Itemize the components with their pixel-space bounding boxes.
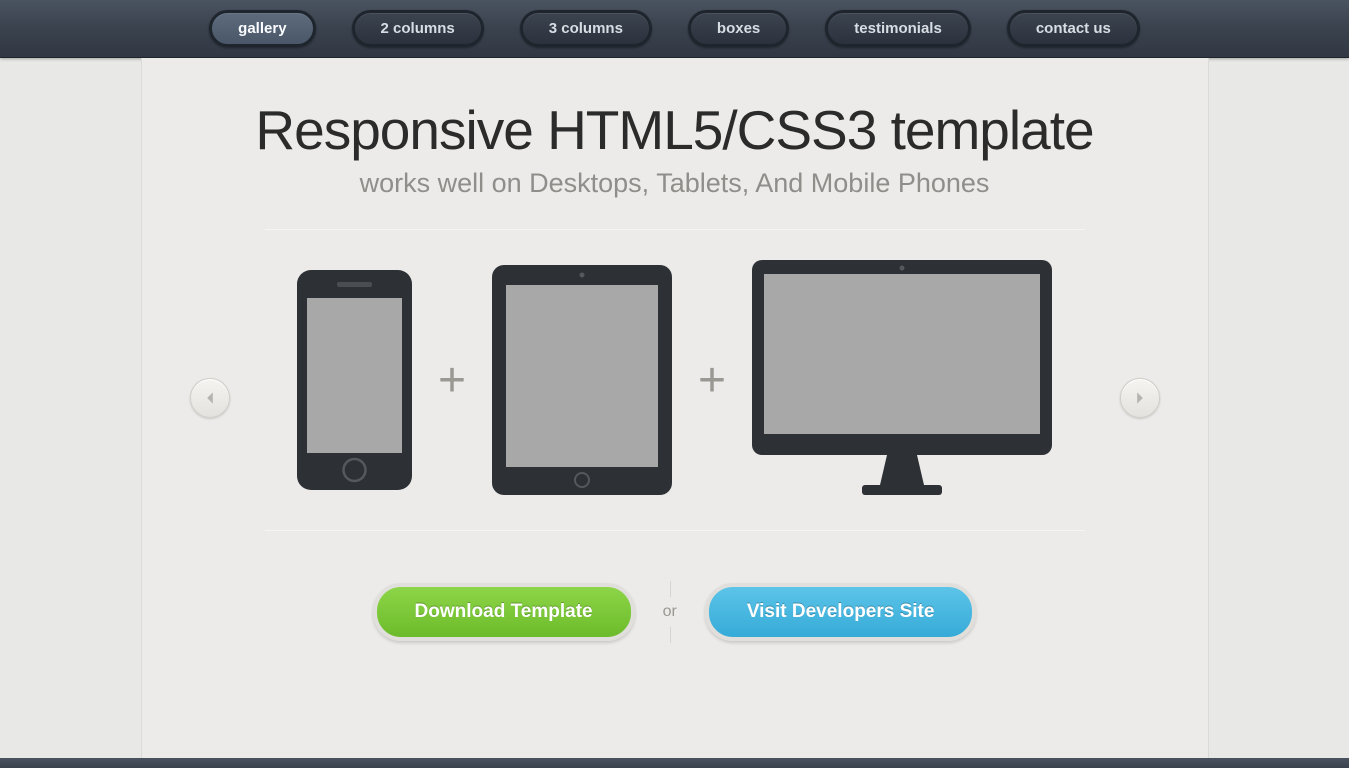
carousel-next-button[interactable] [1120, 378, 1160, 418]
device-gallery: + + [142, 260, 1208, 500]
footer-bar [0, 758, 1349, 768]
plus-separator-1: + [438, 353, 466, 408]
nav-gallery[interactable]: gallery [209, 10, 315, 47]
device-row: + + [297, 260, 1052, 500]
divider-bottom [265, 530, 1085, 531]
main-content: Responsive HTML5/CSS3 template works wel… [141, 58, 1209, 758]
visit-developers-site-button[interactable]: Visit Developers Site [705, 583, 977, 641]
carousel-prev-button[interactable] [190, 378, 230, 418]
phone-icon [297, 270, 412, 490]
nav-3-columns[interactable]: 3 columns [520, 10, 652, 47]
divider [265, 229, 1085, 230]
top-navigation: gallery 2 columns 3 columns boxes testim… [0, 0, 1349, 58]
nav-testimonials[interactable]: testimonials [825, 10, 971, 47]
hero-subtitle: works well on Desktops, Tablets, And Mob… [142, 168, 1208, 199]
nav-contact-us[interactable]: contact us [1007, 10, 1140, 47]
plus-separator-2: + [698, 353, 726, 408]
desktop-icon [752, 260, 1052, 500]
nav-2-columns[interactable]: 2 columns [352, 10, 484, 47]
chevron-left-icon [203, 391, 217, 405]
chevron-right-icon [1133, 391, 1147, 405]
download-template-button[interactable]: Download Template [373, 583, 635, 641]
cta-row: Download Template or Visit Developers Si… [142, 583, 1208, 641]
tablet-icon [492, 265, 672, 495]
or-separator: or [663, 603, 677, 621]
nav-boxes[interactable]: boxes [688, 10, 789, 47]
hero-title: Responsive HTML5/CSS3 template [142, 98, 1208, 162]
